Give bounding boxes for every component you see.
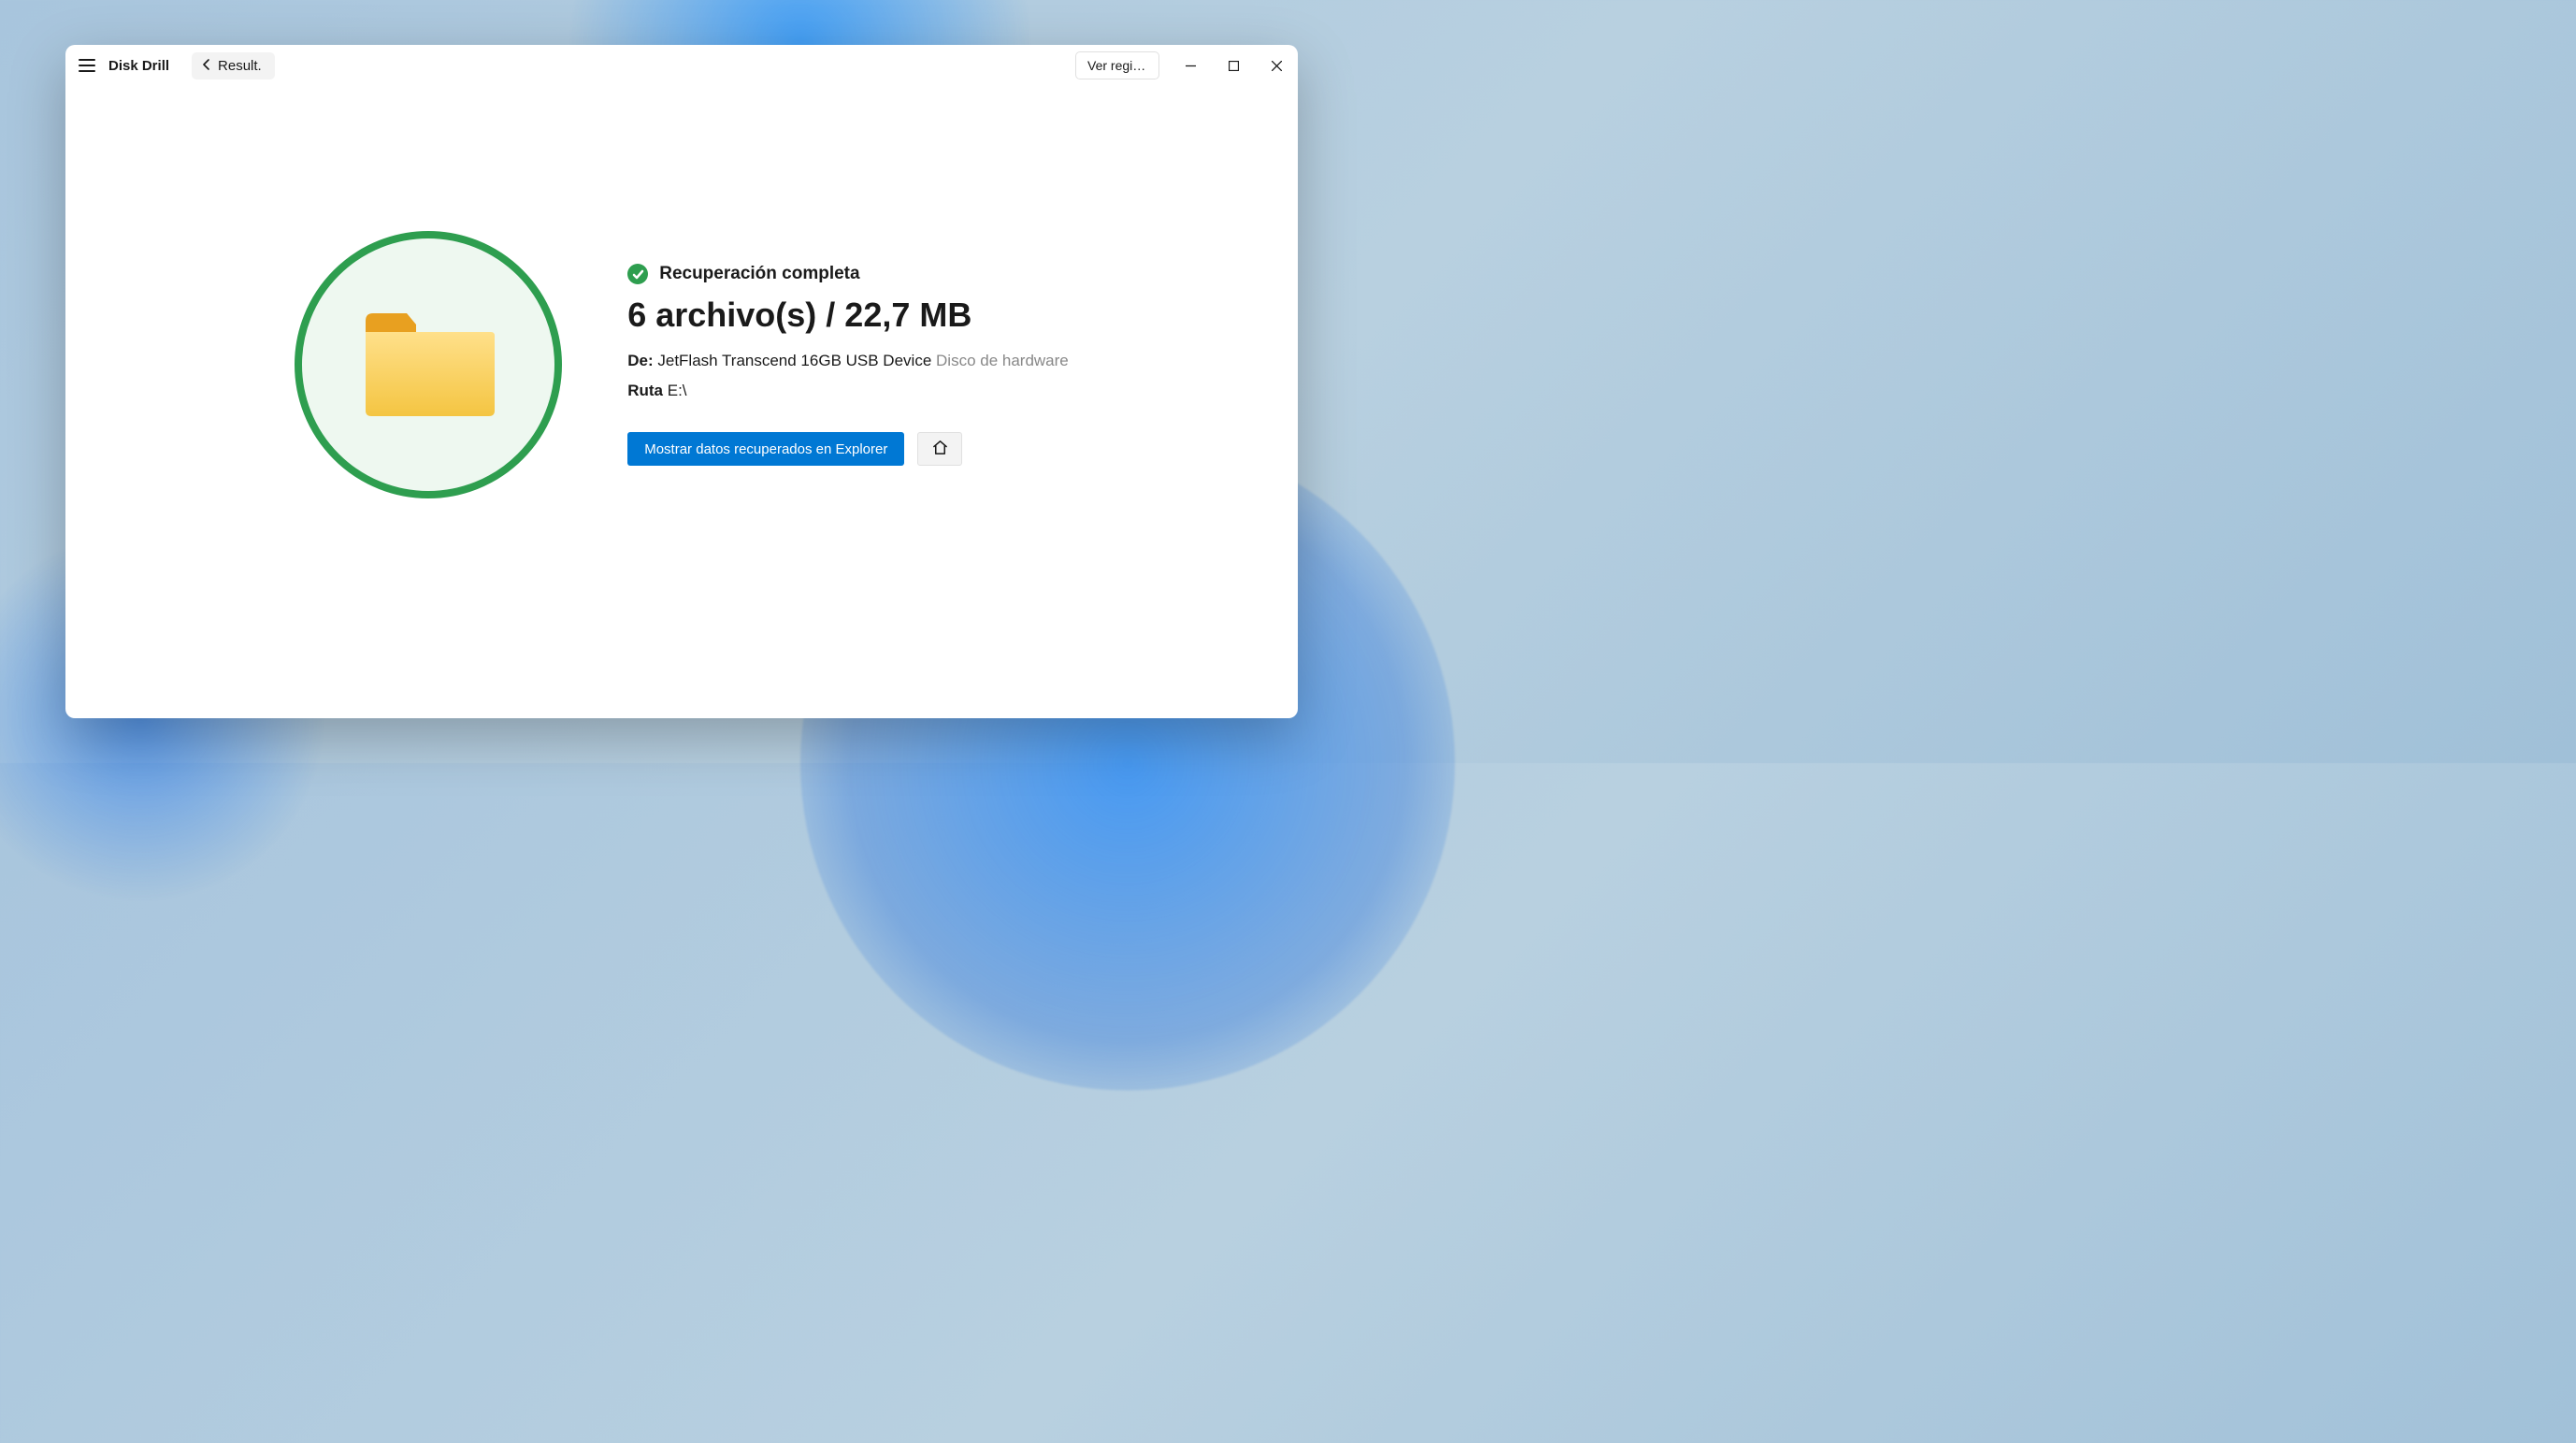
from-device-name: JetFlash Transcend 16GB USB Device [657, 352, 931, 369]
home-button[interactable] [917, 432, 962, 466]
window-controls [1169, 45, 1298, 86]
back-button[interactable]: Result. [192, 52, 275, 79]
status-row: Recuperación completa [627, 264, 1069, 284]
app-title: Disk Drill [108, 58, 169, 74]
folder-icon [362, 310, 495, 420]
recovery-summary: 6 archivo(s) / 22,7 MB [627, 296, 1069, 335]
app-window: Disk Drill Result. Ver regis... [65, 45, 1298, 718]
home-icon [931, 439, 949, 459]
result-details: Recuperación completa 6 archivo(s) / 22,… [627, 264, 1069, 466]
action-row: Mostrar datos recuperados en Explorer [627, 432, 1069, 466]
source-device-line: De: JetFlash Transcend 16GB USB Device D… [627, 352, 1069, 370]
from-device-type: Disco de hardware [936, 352, 1069, 369]
path-label: Ruta [627, 382, 663, 399]
view-log-button[interactable]: Ver regis... [1075, 51, 1159, 79]
status-label: Recuperación completa [659, 264, 859, 284]
maximize-button[interactable] [1212, 45, 1255, 86]
close-button[interactable] [1255, 45, 1298, 86]
path-value: E:\ [668, 382, 687, 399]
titlebar: Disk Drill Result. Ver regis... [65, 45, 1298, 86]
back-button-label: Result. [218, 58, 262, 74]
from-label: De: [627, 352, 653, 369]
checkmark-success-icon [627, 264, 648, 284]
show-in-explorer-button[interactable]: Mostrar datos recuperados en Explorer [627, 432, 904, 466]
hamburger-menu-icon[interactable] [79, 55, 99, 76]
chevron-left-icon [201, 58, 212, 74]
result-content: Recuperación completa 6 archivo(s) / 22,… [65, 86, 1298, 718]
minimize-button[interactable] [1169, 45, 1212, 86]
result-success-circle [295, 231, 562, 498]
path-line: Ruta E:\ [627, 382, 1069, 400]
